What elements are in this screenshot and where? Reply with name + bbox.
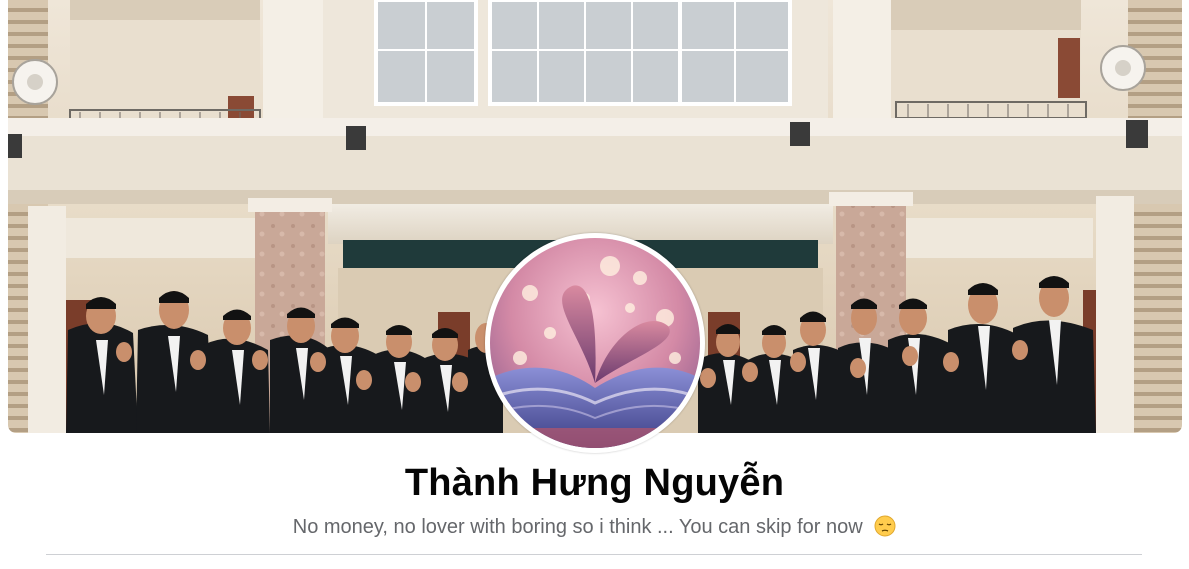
profile-picture-image	[490, 238, 700, 448]
pensive-face-icon	[874, 515, 896, 537]
profile-bio: No money, no lover with boring so i thin…	[0, 515, 1189, 539]
profile-bio-text: No money, no lover with boring so i thin…	[292, 516, 863, 538]
profile-picture[interactable]	[485, 233, 705, 453]
profile-name: Thành Hưng Nguyễn	[404, 462, 785, 504]
profile-header-divider	[46, 554, 1142, 555]
